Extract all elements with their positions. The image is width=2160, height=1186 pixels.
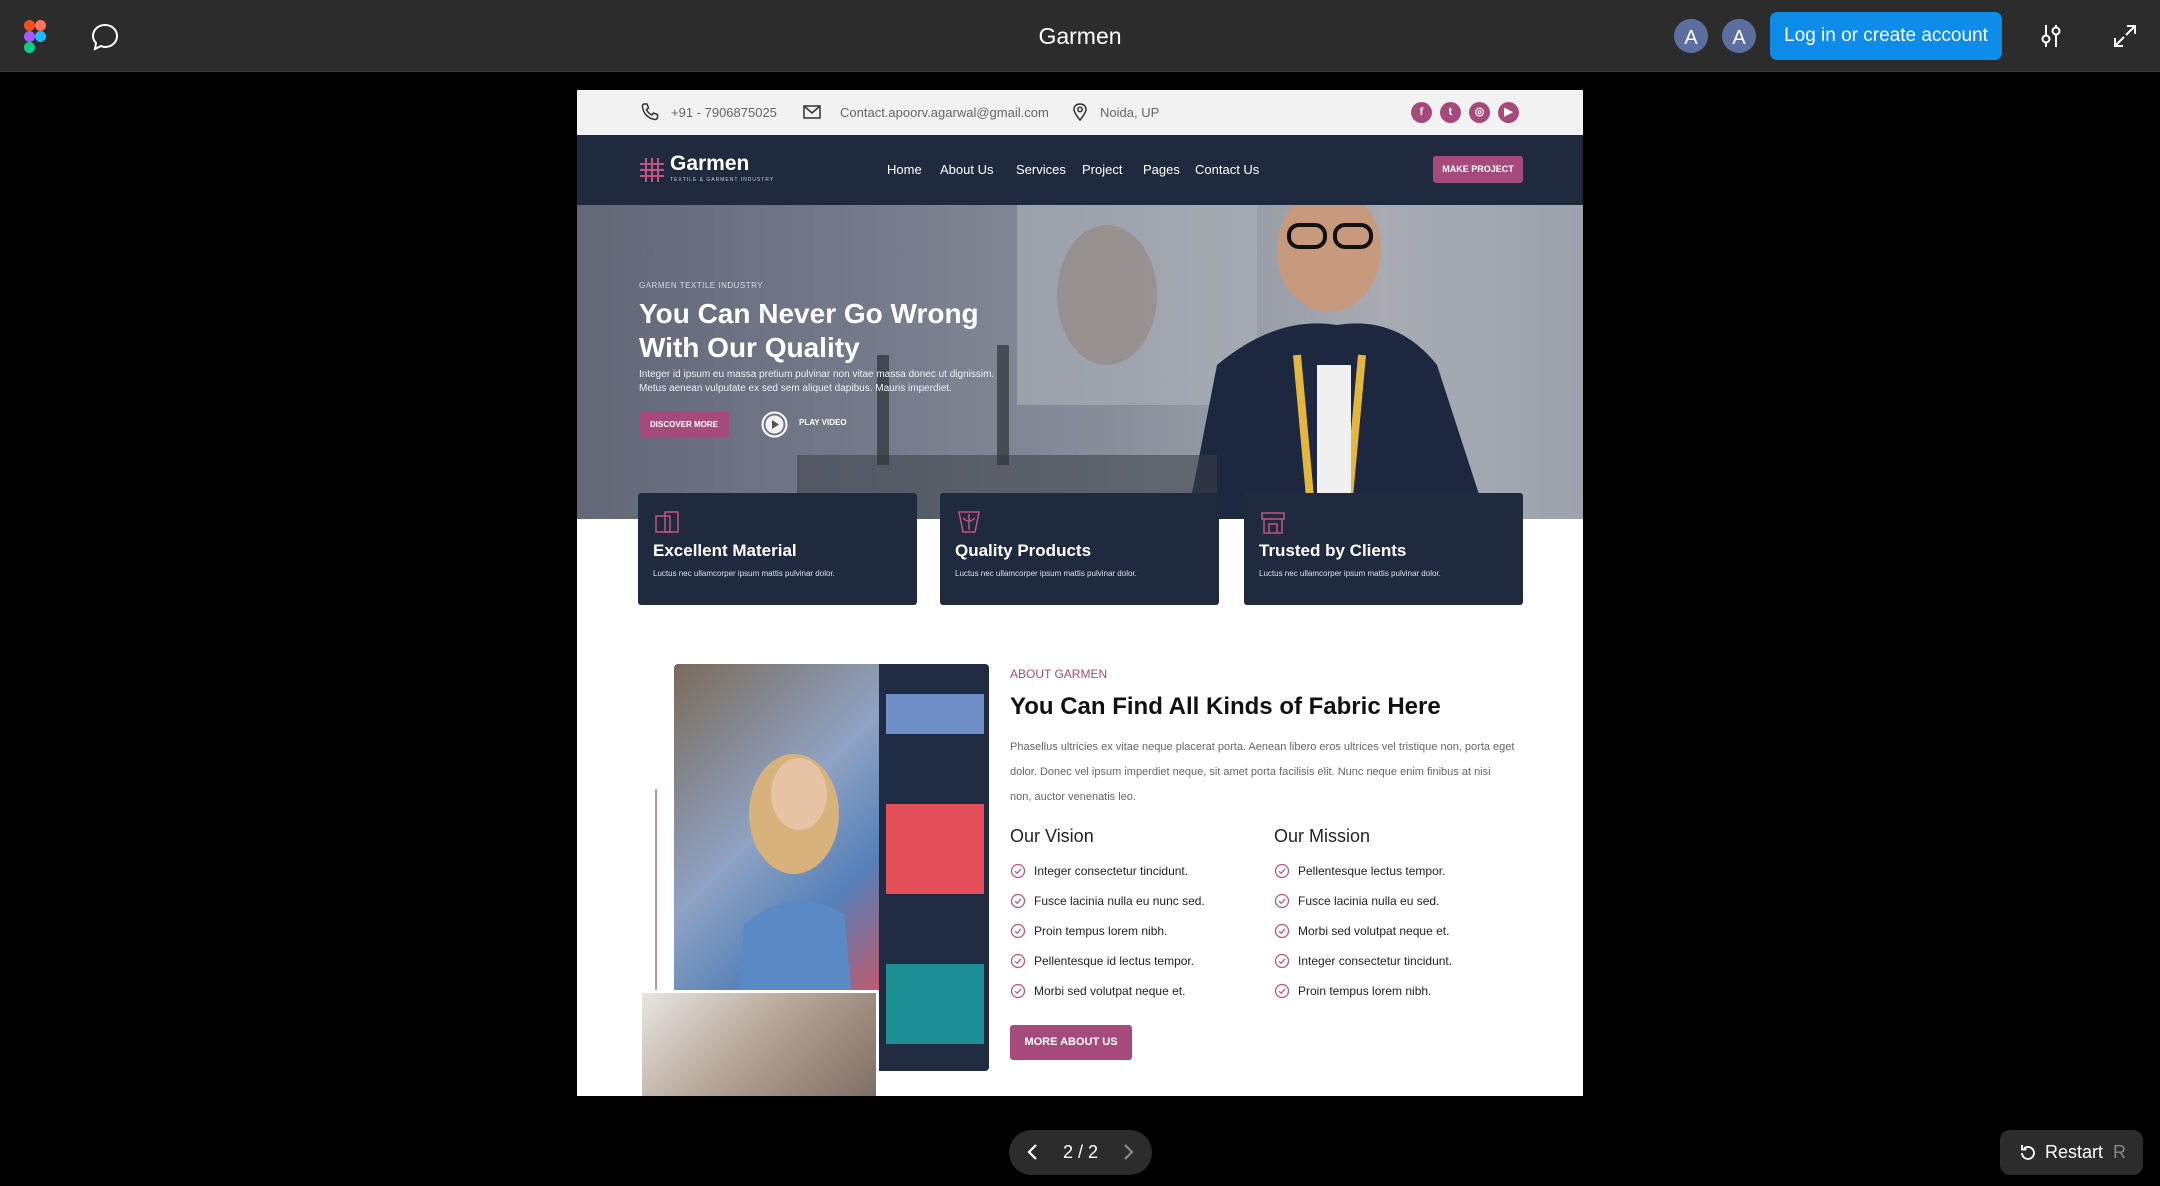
chevron-right-icon[interactable] xyxy=(1118,1142,1138,1162)
hero-title: You Can Never Go Wrong With Our Quality xyxy=(639,298,979,363)
checklist-item-label: Proin tempus lorem nibh. xyxy=(1298,984,1432,998)
restart-label: Restart xyxy=(2045,1142,2104,1162)
checklist-item: Integer consectetur tincidunt. xyxy=(1010,861,1188,881)
feature-description: Luctus nec ullamcorper ipsum mattis pulv… xyxy=(653,569,835,578)
discover-more-button[interactable]: DISCOVER MORE xyxy=(639,411,729,438)
settings-sliders-icon[interactable] xyxy=(2037,22,2065,50)
contact-bar: +91 - 7906875025 Contact.apoorv.agarwal@… xyxy=(577,90,1583,135)
feature-title: Quality Products xyxy=(955,541,1092,560)
play-video-label[interactable]: PLAY VIDEO xyxy=(799,418,847,427)
checklist-item: Pellentesque lectus tempor. xyxy=(1274,861,1445,881)
page-navigator: 2 / 2 xyxy=(1009,1130,1152,1175)
about-image-sewing xyxy=(639,990,879,1096)
contact-phone[interactable]: +91 - 7906875025 xyxy=(671,90,777,135)
nav-project[interactable]: Project xyxy=(1082,135,1122,205)
checklist-item-label: Integer consectetur tincidunt. xyxy=(1298,954,1453,968)
feature-title: Excellent Material xyxy=(653,541,797,560)
twitter-icon[interactable]: t xyxy=(1440,102,1461,123)
checklist-item-label: Pellentesque lectus tempor. xyxy=(1298,864,1446,878)
nav-home[interactable]: Home xyxy=(887,135,922,205)
checklist-item: Fusce lacinia nulla eu nunc sed. xyxy=(1010,891,1205,911)
checklist-item-label: Fusce lacinia nulla eu sed. xyxy=(1298,894,1440,908)
restart-shortcut: R xyxy=(2113,1142,2126,1162)
check-circle-icon xyxy=(1010,893,1026,909)
feature-description: Luctus nec ullamcorper ipsum mattis pulv… xyxy=(955,569,1137,578)
site-navbar: Garmen TEXTILE & GARMENT INDUSTRY Home A… xyxy=(577,135,1583,205)
check-circle-icon xyxy=(1274,923,1290,939)
feature-card: Quality Products Luctus nec ullamcorper … xyxy=(940,493,1219,605)
brand-tagline: TEXTILE & GARMENT INDUSTRY xyxy=(670,177,775,183)
check-circle-icon xyxy=(1010,953,1026,969)
prototype-frame: +91 - 7906875025 Contact.apoorv.agarwal@… xyxy=(577,90,1583,1096)
hero-eyebrow: GARMEN TEXTILE INDUSTRY xyxy=(639,281,764,290)
checklist-item-label: Morbi sed volutpat neque et. xyxy=(1034,984,1186,998)
checklist-item: Pellentesque id lectus tempor. xyxy=(1010,951,1194,971)
checklist-item: Fusce lacinia nulla eu sed. xyxy=(1274,891,1439,911)
nav-about[interactable]: About Us xyxy=(940,135,993,205)
viewer-topbar: Garmen A A Log in or create account xyxy=(0,0,2160,72)
nav-pages[interactable]: Pages xyxy=(1143,135,1180,205)
checklist-item: Morbi sed volutpat neque et. xyxy=(1274,921,1449,941)
about-title: You Can Find All Kinds of Fabric Here xyxy=(1010,693,1441,720)
instagram-icon[interactable]: ◎ xyxy=(1469,102,1490,123)
contact-location: Noida, UP xyxy=(1100,105,1160,120)
material-icon xyxy=(655,511,679,533)
restart-button[interactable]: Restart R xyxy=(2000,1130,2143,1175)
store-icon xyxy=(1261,512,1285,534)
feature-card: Trusted by Clients Luctus nec ullamcorpe… xyxy=(1244,493,1523,605)
avatar[interactable]: A xyxy=(1720,17,1758,55)
garmen-logo-icon[interactable] xyxy=(639,157,665,183)
facebook-icon[interactable]: f xyxy=(1411,102,1432,123)
checklist-item: Morbi sed volutpat neque et. xyxy=(1010,981,1185,1001)
check-circle-icon xyxy=(1274,983,1290,999)
hero-section: GARMEN TEXTILE INDUSTRY You Can Never Go… xyxy=(577,205,1583,519)
location-pin-icon xyxy=(1073,103,1087,122)
checklist-item-label: Fusce lacinia nulla eu nunc sed. xyxy=(1034,894,1205,908)
play-icon[interactable] xyxy=(761,411,788,438)
avatar[interactable]: A xyxy=(1672,17,1710,55)
check-circle-icon xyxy=(1010,923,1026,939)
more-about-us-button[interactable]: MORE ABOUT US xyxy=(1010,1025,1132,1060)
feature-description: Luctus nec ullamcorper ipsum mattis pulv… xyxy=(1259,569,1441,578)
check-circle-icon xyxy=(1010,863,1026,879)
login-button[interactable]: Log in or create account xyxy=(1770,12,2002,60)
about-eyebrow: ABOUT GARMEN xyxy=(1010,667,1108,681)
quality-icon xyxy=(958,511,980,533)
checklist-item-label: Pellentesque id lectus tempor. xyxy=(1034,954,1195,968)
feature-title: Trusted by Clients xyxy=(1259,541,1407,560)
hero-description: Integer id ipsum eu massa pretium pulvin… xyxy=(639,369,995,394)
check-circle-icon xyxy=(1010,983,1026,999)
make-project-button[interactable]: MAKE PROJECT xyxy=(1433,156,1523,183)
checklist-item: Proin tempus lorem nibh. xyxy=(1010,921,1167,941)
checklist-item: Proin tempus lorem nibh. xyxy=(1274,981,1431,1001)
checklist-item-label: Proin tempus lorem nibh. xyxy=(1034,924,1168,938)
youtube-icon[interactable]: ▶ xyxy=(1498,102,1519,123)
checklist-item-label: Morbi sed volutpat neque et. xyxy=(1298,924,1450,938)
fullscreen-icon[interactable] xyxy=(2111,22,2139,50)
mail-icon xyxy=(803,105,821,119)
check-circle-icon xyxy=(1274,953,1290,969)
feature-card: Excellent Material Luctus nec ullamcorpe… xyxy=(638,493,917,605)
checklist-item: Integer consectetur tincidunt. xyxy=(1274,951,1452,971)
nav-contact[interactable]: Contact Us xyxy=(1195,135,1259,205)
check-circle-icon xyxy=(1274,863,1290,879)
about-description: Phasellus ultricies ex vitae neque place… xyxy=(1010,741,1515,803)
brand-name[interactable]: Garmen xyxy=(670,152,749,176)
phone-icon xyxy=(641,103,659,121)
checklist-item-label: Integer consectetur tincidunt. xyxy=(1034,864,1189,878)
restart-icon xyxy=(2021,1145,2035,1160)
nav-services[interactable]: Services xyxy=(1016,135,1066,205)
check-circle-icon xyxy=(1274,893,1290,909)
vision-title: Our Vision xyxy=(1010,826,1094,846)
contact-email[interactable]: Contact.apoorv.agarwal@gmail.com xyxy=(840,90,1049,135)
mission-title: Our Mission xyxy=(1274,826,1371,846)
